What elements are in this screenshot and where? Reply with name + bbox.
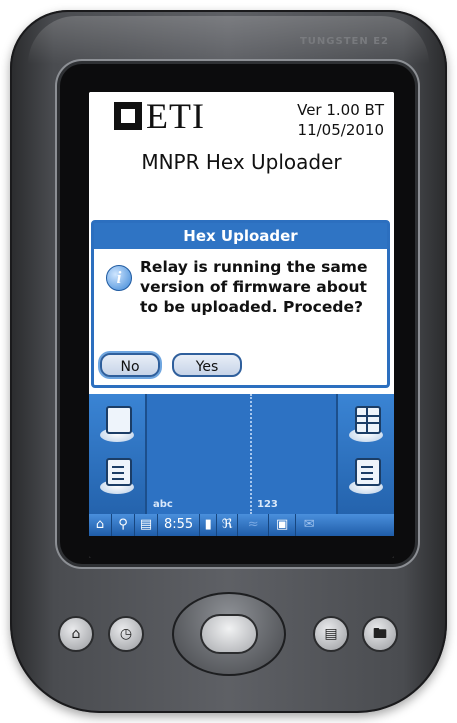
display-icon[interactable]: ▣	[269, 514, 297, 536]
search-icon[interactable]: ⚲	[112, 514, 135, 536]
version-info: Ver 1.00 BT 11/05/2010	[297, 100, 384, 140]
screen: ETI Ver 1.00 BT 11/05/2010 MNPR Hex Uplo…	[89, 92, 394, 558]
graffiti-letters-label: abc	[153, 499, 173, 510]
hex-uploader-dialog: Hex Uploader i Relay is running the same…	[91, 220, 390, 388]
files-hardware-button[interactable]: 🖿	[362, 616, 398, 652]
version-label: Ver 1.00 BT	[297, 101, 384, 119]
five-way-navigator[interactable]	[172, 592, 286, 676]
home-hardware-button[interactable]: ⌂	[58, 616, 94, 652]
contacts-icon[interactable]	[98, 404, 136, 442]
logo-text: ETI	[146, 96, 205, 136]
launcher-right-column	[336, 394, 394, 514]
calculator-icon[interactable]	[347, 404, 385, 442]
clock-time[interactable]: 8:55	[158, 514, 201, 536]
yes-button[interactable]: Yes	[172, 353, 242, 377]
graffiti-area[interactable]: abc 123	[147, 394, 336, 514]
eti-logo: ETI	[114, 94, 205, 138]
handheld-device: TUNGSTEN E2 ETI Ver 1.00 BT 11/05/2010 M…	[10, 10, 447, 713]
logo-mark	[114, 102, 142, 130]
memo-icon[interactable]	[98, 456, 136, 494]
calendar-hardware-button[interactable]: ◷	[108, 616, 144, 652]
menu-icon[interactable]: ▤	[135, 514, 158, 536]
version-date: 11/05/2010	[297, 121, 384, 139]
info-icon: i	[106, 265, 132, 291]
signal-icon: ≈	[238, 514, 270, 536]
no-button[interactable]: No	[100, 353, 160, 377]
mail-icon[interactable]: ✉	[296, 514, 322, 536]
launcher-left-column	[89, 394, 147, 514]
screen-lower-edge	[89, 536, 394, 558]
dialog-title: Hex Uploader	[94, 223, 387, 249]
status-bar: ⌂ ⚲ ▤ 8:55 ▮ ℜ ≈ ▣ ✉	[89, 514, 394, 536]
navigator-center-button[interactable]	[200, 614, 258, 654]
screen-bezel: ETI Ver 1.00 BT 11/05/2010 MNPR Hex Uplo…	[60, 64, 415, 564]
signal-strength-icon: ▮	[200, 514, 218, 536]
tasks-icon[interactable]	[347, 456, 385, 494]
device-brand: TUNGSTEN E2	[299, 36, 389, 47]
contacts-hardware-button[interactable]: ▤	[313, 616, 349, 652]
app-title: MNPR Hex Uploader	[141, 150, 342, 174]
graffiti-divider	[250, 394, 252, 514]
bluetooth-icon[interactable]: ℜ	[217, 514, 239, 536]
launcher-area: abc 123	[89, 394, 394, 532]
graffiti-numbers-label: 123	[257, 499, 278, 510]
dialog-message: Relay is running the same version of fir…	[140, 258, 368, 316]
home-icon[interactable]: ⌂	[89, 514, 112, 536]
app-area: ETI Ver 1.00 BT 11/05/2010 MNPR Hex Uplo…	[89, 92, 394, 394]
